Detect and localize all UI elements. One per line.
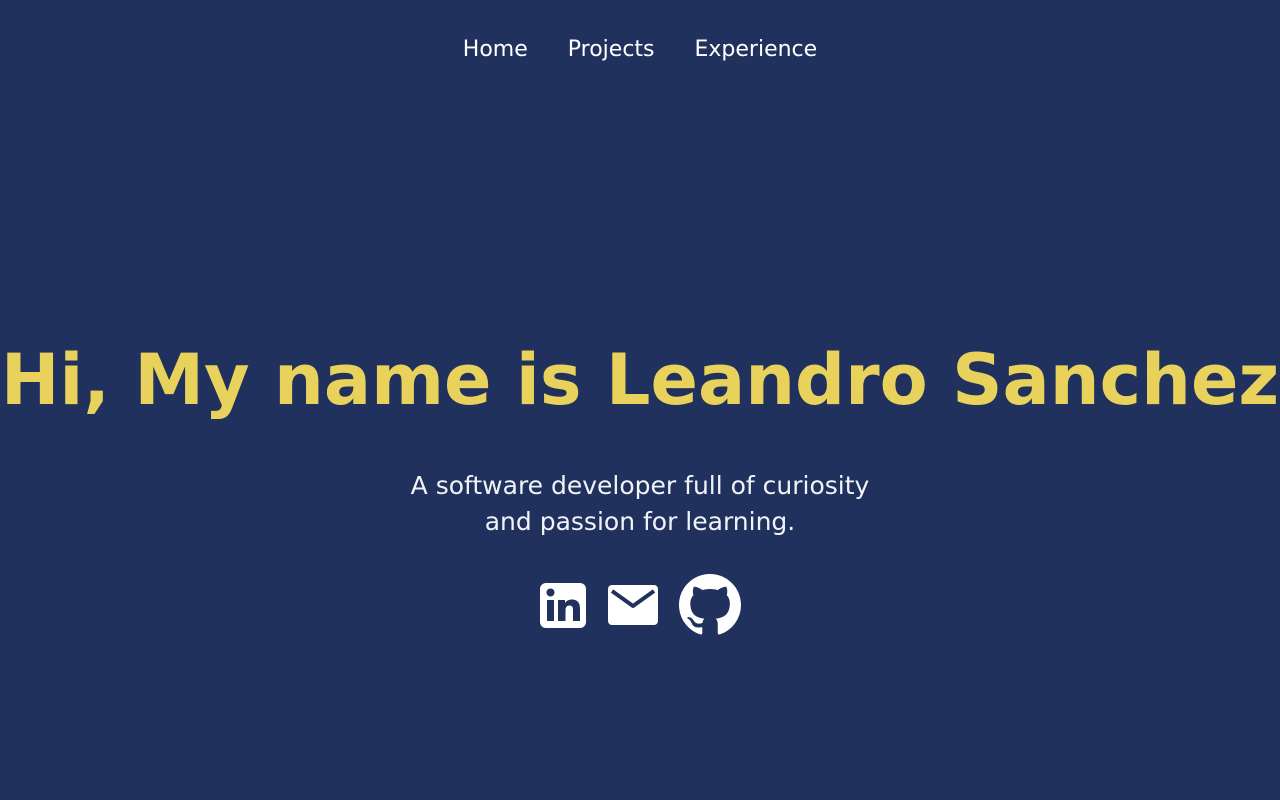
linkedin-icon (540, 583, 586, 628)
nav-projects-link[interactable]: Projects (568, 34, 655, 66)
nav-experience-link[interactable]: Experience (695, 34, 818, 66)
social-links (0, 574, 1280, 636)
mail-icon (608, 585, 658, 625)
hero-subtitle: A software developer full of curiosity a… (0, 468, 1280, 540)
hero-subtitle-line-2: and passion for learning. (484, 507, 796, 536)
linkedin-link[interactable] (539, 581, 587, 629)
hero-title: Hi, My name is Leandro Sanchez (0, 339, 1280, 421)
github-icon (679, 574, 741, 635)
nav-home-link[interactable]: Home (463, 34, 528, 66)
github-link[interactable] (679, 574, 741, 636)
email-link[interactable] (607, 583, 659, 627)
top-nav: Home Projects Experience (0, 34, 1280, 66)
hero-subtitle-line-1: A software developer full of curiosity (410, 471, 870, 500)
